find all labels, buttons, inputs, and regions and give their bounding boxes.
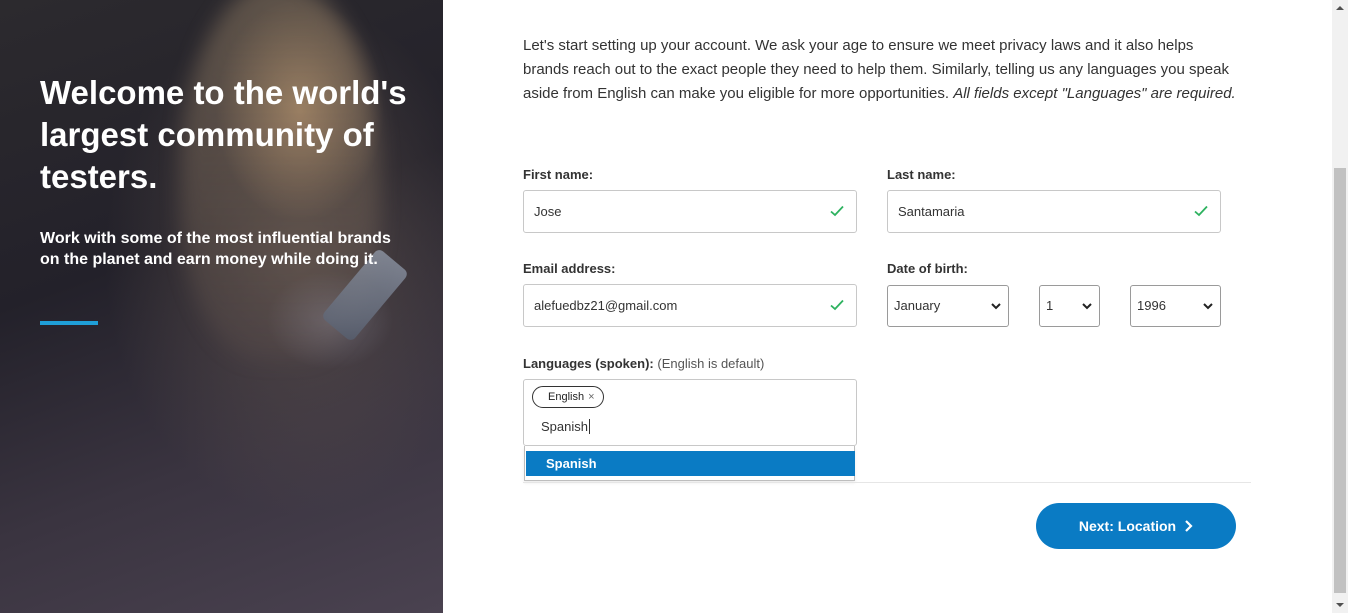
- first-name-value: Jose: [534, 204, 562, 219]
- dob-month-select[interactable]: January: [887, 285, 1009, 327]
- languages-label: Languages (spoken): (English is default): [523, 356, 764, 371]
- dob-day-select[interactable]: 1: [1039, 285, 1100, 327]
- dob-month-value: January: [894, 298, 941, 313]
- chevron-down-icon: [1082, 303, 1092, 310]
- languages-typed-value: Spanish: [541, 419, 588, 434]
- chevron-right-icon: [1185, 520, 1193, 532]
- last-name-value: Santamaria: [898, 204, 965, 219]
- first-name-label: First name:: [523, 167, 594, 182]
- dob-year-select[interactable]: 1996: [1130, 285, 1221, 327]
- dob-day-value: 1: [1046, 298, 1054, 313]
- first-name-input[interactable]: Jose: [523, 190, 857, 233]
- dob-label: Date of birth:: [887, 261, 968, 276]
- email-value: alefuedbz21@gmail.com: [534, 298, 678, 313]
- languages-suggestion-list: Spanish: [524, 446, 855, 481]
- language-chip-english: English ×: [532, 386, 604, 408]
- hero-headline: Welcome to the world's largest community…: [40, 74, 407, 195]
- hero-panel: Welcome to the world's largest community…: [0, 0, 443, 613]
- hero-subheadline: Work with some of the most influential b…: [40, 230, 391, 268]
- scrollbar-thumb[interactable]: [1334, 168, 1346, 593]
- email-label: Email address:: [523, 261, 616, 276]
- next-button-label: Next: Location: [1078, 518, 1177, 534]
- scroll-down-icon[interactable]: [1332, 597, 1348, 613]
- checkmark-icon: [830, 299, 844, 311]
- form-divider: [523, 482, 1251, 483]
- text-caret: [588, 419, 590, 434]
- chevron-down-icon: [1203, 303, 1213, 310]
- languages-search-text[interactable]: Spanish: [541, 418, 590, 436]
- suggestion-option-spanish[interactable]: Spanish: [526, 451, 855, 476]
- scroll-up-icon[interactable]: [1332, 0, 1348, 16]
- languages-hint: (English is default): [657, 356, 765, 371]
- close-icon[interactable]: ×: [588, 391, 594, 403]
- chevron-down-icon: [991, 303, 1001, 310]
- email-input[interactable]: alefuedbz21@gmail.com: [523, 284, 857, 327]
- languages-label-text: Languages (spoken):: [523, 356, 654, 371]
- dob-year-value: 1996: [1137, 298, 1166, 313]
- next-location-button[interactable]: Next: Location: [1036, 503, 1236, 549]
- checkmark-icon: [1194, 205, 1208, 217]
- page-scrollbar[interactable]: [1332, 0, 1348, 613]
- intro-text: Let's start setting up your account. We …: [523, 34, 1238, 106]
- last-name-label: Last name:: [887, 167, 956, 182]
- checkmark-icon: [830, 205, 844, 217]
- languages-tag-input[interactable]: English × Spanish: [523, 379, 857, 446]
- intro-emphasis: All fields except "Languages" are requir…: [953, 85, 1236, 102]
- language-chip-label: English: [548, 391, 585, 403]
- hero-accent-bar: [40, 321, 98, 325]
- last-name-input[interactable]: Santamaria: [887, 190, 1221, 233]
